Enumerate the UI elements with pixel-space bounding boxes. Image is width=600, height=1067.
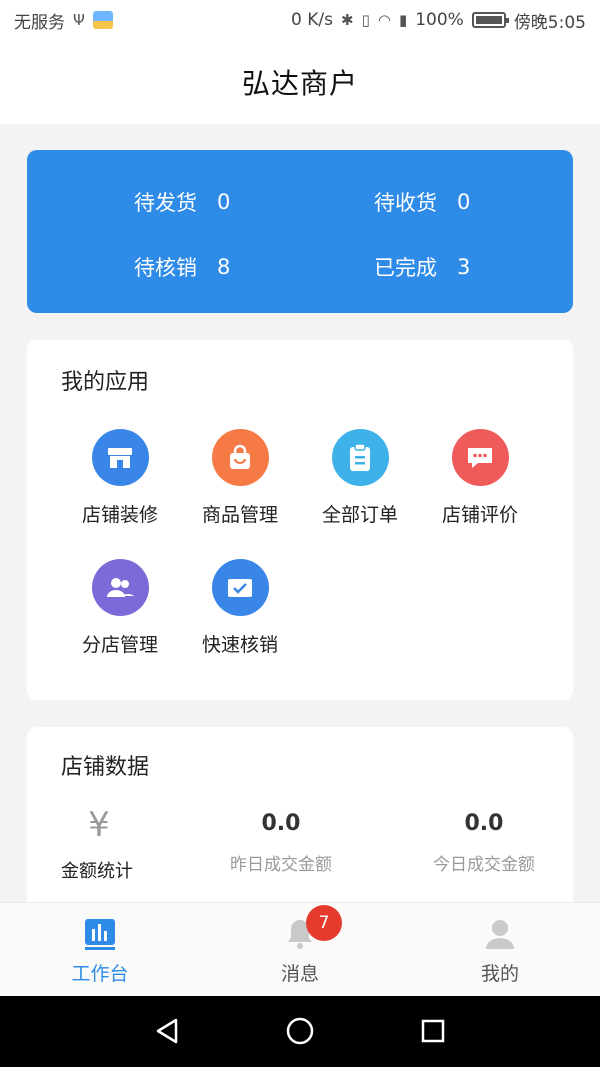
summary-pending-ship[interactable]: 待发货 0: [134, 187, 230, 217]
app-quick-verify[interactable]: 快速核销: [180, 559, 300, 657]
tab-label: 我的: [480, 963, 519, 985]
sim-alert-icon: ▮: [398, 11, 408, 29]
chat-bubble-icon: [451, 429, 509, 486]
app-product-management[interactable]: 商品管理: [180, 429, 300, 527]
tab-workbench[interactable]: 工作台: [0, 903, 200, 997]
app-label: 全部订单: [321, 504, 398, 526]
recents-icon[interactable]: [416, 1014, 450, 1048]
app-store-decoration[interactable]: 店铺装修: [60, 429, 180, 527]
bluetooth-icon: ✱: [341, 11, 354, 29]
summary-completed[interactable]: 已完成 3: [374, 252, 470, 282]
summary-label: 待发货: [134, 191, 197, 215]
app-label: 分店管理: [81, 634, 158, 656]
app-store-reviews[interactable]: 店铺评价: [420, 429, 540, 527]
bar-chart-icon: [83, 917, 117, 951]
vibrate-icon: ▯: [361, 11, 370, 29]
summary-value: 8: [217, 255, 231, 279]
system-nav-bar: [0, 996, 600, 1067]
tab-messages[interactable]: 消息: [200, 903, 400, 997]
amount-stats-label[interactable]: 金额统计: [61, 857, 133, 883]
check-envelope-icon: [211, 559, 269, 616]
status-left: 无服务 Ψ: [14, 8, 113, 33]
home-icon[interactable]: [283, 1014, 317, 1048]
clipboard-icon: [331, 429, 389, 486]
status-bar: 无服务 Ψ 0 K/s ✱ ▯ ◠ ▮ 100% 傍晚5:05: [0, 0, 600, 40]
app-header: 弘达商户: [0, 40, 600, 124]
stat-value: 0.0: [464, 811, 504, 836]
page-title: 弘达商户: [241, 67, 358, 100]
tab-label: 工作台: [71, 963, 129, 985]
app-label: 商品管理: [201, 504, 278, 526]
my-apps-card: 我的应用 店铺装修 商品管理 全部订单 店铺评价 分店管理 快速核销: [27, 340, 573, 700]
order-summary-card: 待发货 0 待收货 0 待核销 8 已完成 3: [27, 150, 573, 313]
app-branch-management[interactable]: 分店管理: [60, 559, 180, 657]
users-icon: [91, 559, 149, 616]
stat-value: 0.0: [261, 811, 301, 836]
battery-icon: [471, 12, 509, 28]
battery-percent: 100%: [415, 10, 464, 30]
shopping-bag-icon: [211, 429, 269, 486]
my-apps-title: 我的应用: [61, 370, 150, 395]
store-data-title: 店铺数据: [61, 755, 150, 780]
yuan-icon: ¥: [88, 805, 110, 845]
app-all-orders[interactable]: 全部订单: [300, 429, 420, 527]
wifi-icon: ◠: [377, 11, 391, 29]
stat-label: 今日成交金额: [433, 855, 535, 875]
stat-label: 昨日成交金额: [230, 855, 332, 875]
summary-value: 0: [457, 190, 471, 214]
message-badge: 7: [306, 905, 342, 941]
clock: 傍晚5:05: [513, 12, 586, 33]
summary-pending-verify[interactable]: 待核销 8: [134, 252, 230, 282]
usb-icon: Ψ: [73, 11, 85, 29]
summary-label: 待收货: [374, 191, 437, 215]
network-speed: 0 K/s: [291, 10, 333, 30]
store-data-card: 店铺数据 ¥ 金额统计 0.0 昨日成交金额 0.0 今日成交金额: [27, 727, 573, 927]
person-icon: [483, 917, 517, 951]
stat-today: 0.0 今日成交金额: [394, 811, 574, 875]
summary-label: 已完成: [374, 256, 437, 280]
tab-profile[interactable]: 我的: [400, 903, 600, 997]
app-label: 快速核销: [201, 634, 278, 656]
bottom-tab-bar: 工作台 消息 我的: [0, 902, 600, 996]
app-label: 店铺装修: [81, 504, 158, 526]
carrier-text: 无服务: [14, 12, 65, 33]
summary-value: 0: [217, 190, 231, 214]
app-label: 店铺评价: [441, 504, 518, 526]
summary-pending-receive[interactable]: 待收货 0: [374, 187, 470, 217]
summary-label: 待核销: [134, 256, 197, 280]
store-icon: [91, 429, 149, 486]
summary-value: 3: [457, 255, 471, 279]
gallery-notification-icon: [92, 11, 113, 29]
status-right: 0 K/s ✱ ▯ ◠ ▮ 100% 傍晚5:05: [291, 8, 586, 33]
stat-yesterday: 0.0 昨日成交金额: [191, 811, 371, 875]
tab-label: 消息: [280, 963, 319, 985]
back-icon[interactable]: [150, 1014, 184, 1048]
